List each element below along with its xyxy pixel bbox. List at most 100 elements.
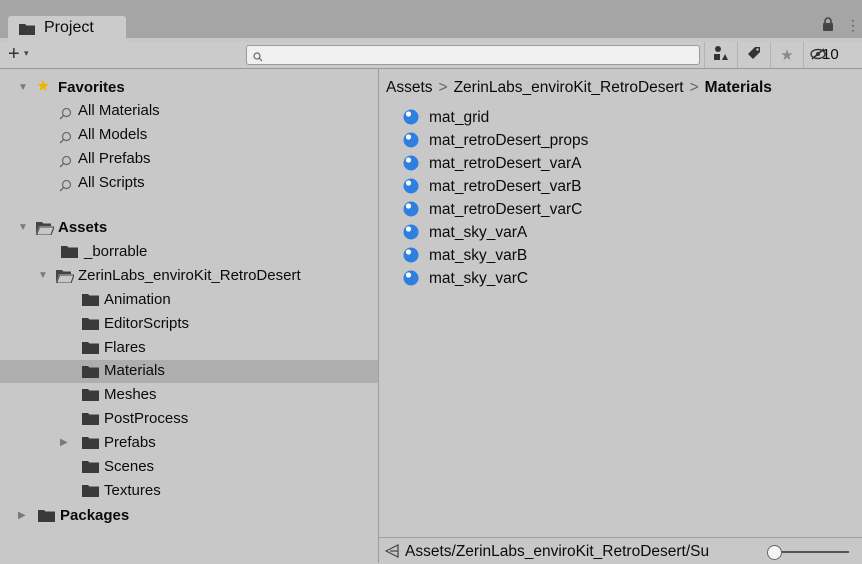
tree-item-postprocess[interactable]: PostProcess [0,408,378,430]
expand-arrow-icon[interactable]: ▶ [18,505,26,527]
tree-label: PostProcess [104,410,189,427]
hidden-packages-button[interactable]: 10 [803,42,862,68]
filter-by-label-button[interactable] [737,42,770,68]
folder-icon [82,318,99,330]
tab-label: Project [44,19,94,36]
add-button[interactable]: + [8,44,20,64]
tree-item-favorites[interactable]: ▼ ★ Favorites [0,77,378,99]
tree-item-textures[interactable]: Textures [0,480,378,502]
tree-item-all-prefabs[interactable]: All Prefabs [0,148,378,170]
material-icon [403,247,419,263]
search-icon [253,49,263,66]
tree-label: All Scripts [78,174,145,191]
tree-label: Packages [60,507,130,524]
tree-item-animation[interactable]: Animation [0,289,378,311]
folder-icon [38,510,55,522]
open-folder-icon [56,270,74,283]
tree-label: ZerinLabs_enviroKit_RetroDesert [78,267,301,284]
folder-icon [82,437,99,449]
asset-name: mat_sky_varC [429,270,529,287]
filter-by-type-button[interactable] [704,42,737,68]
open-folder-icon [36,222,54,235]
material-icon [403,132,419,148]
collapse-arrow-icon[interactable]: ▼ [18,217,28,239]
collapse-arrow-icon[interactable]: ▼ [18,77,28,99]
tree-item-scenes[interactable]: Scenes [0,456,378,478]
asset-name: mat_retroDesert_varB [429,178,582,195]
tree-label: Textures [104,482,161,499]
tree-item-all-scripts[interactable]: All Scripts [0,172,378,194]
lock-icon[interactable] [822,17,834,35]
tree-label: All Prefabs [78,150,151,167]
label-tag-icon [747,46,761,64]
filter-by-type-icon [713,45,729,65]
star-icon: ★ [36,78,51,95]
collapse-arrow-icon[interactable]: ▼ [38,265,48,287]
material-icon [403,201,419,217]
asset-name: mat_retroDesert_varC [429,201,583,218]
folder-icon [82,366,99,378]
tree-label: Assets [58,219,108,236]
tree-label: Flares [104,339,146,356]
folder-icon [82,461,99,473]
tree-item-packages[interactable]: ▶ Packages [0,505,378,527]
icon-size-slider-handle[interactable] [767,545,782,560]
tree-label: Meshes [104,386,157,403]
folder-tree: ▼ ★ Favorites All Materials All Models A… [0,69,378,563]
search-input[interactable] [246,45,700,65]
material-icon [403,109,419,125]
expand-arrow-icon[interactable]: ▶ [60,432,68,454]
tree-item-assets[interactable]: ▼ Assets [0,217,378,239]
star-icon: ★ [780,47,794,64]
status-bar: Assets/ZerinLabs_enviroKit_RetroDesert/S… [379,537,862,564]
more-options-icon[interactable]: ⋮ [846,17,860,34]
folder-icon [82,342,99,354]
material-outline-icon [384,544,400,562]
material-icon [403,270,419,286]
tree-item-editorscripts[interactable]: EditorScripts [0,313,378,335]
tree-item-meshes[interactable]: Meshes [0,384,378,406]
tree-item-materials[interactable]: Materials [0,360,378,383]
tree-item-flares[interactable]: Flares [0,337,378,359]
tab-project[interactable]: Project [8,16,126,42]
search-icon [59,177,72,199]
tree-label: Materials [104,362,165,379]
tree-label: All Models [78,126,148,143]
folder-icon [82,413,99,425]
tree-label: Prefabs [104,434,156,451]
folder-icon [82,294,99,306]
tree-label: Favorites [58,79,125,96]
icon-size-slider[interactable] [773,551,849,553]
breadcrumb-kit[interactable]: ZerinLabs_enviroKit_RetroDesert [454,79,684,96]
breadcrumb-assets[interactable]: Assets [386,79,433,96]
tree-label: Scenes [104,458,155,475]
chevron-right-icon: > [689,79,699,96]
asset-name: mat_retroDesert_varA [429,155,582,172]
tree-item-all-models[interactable]: All Models [0,124,378,146]
breadcrumb-materials[interactable]: Materials [705,79,772,96]
hidden-packages-count: 10 [822,46,839,63]
selected-asset-path: Assets/ZerinLabs_enviroKit_RetroDesert/S… [405,543,710,560]
folder-icon [82,389,99,401]
material-icon [403,224,419,240]
tree-item-borrable[interactable]: _borrable [0,241,378,263]
chevron-right-icon: > [438,79,448,96]
project-toolbar: + ▾ ★ 10 [0,42,862,69]
asset-browser: Assets > ZerinLabs_enviroKit_RetroDesert > M… [379,69,862,563]
window-tab-bar [0,0,862,38]
folder-icon [61,246,78,258]
tree-item-zerinlabs-kit[interactable]: ▼ ZerinLabs_enviroKit_RetroDesert [0,265,378,287]
add-dropdown-caret-icon[interactable]: ▾ [24,48,29,59]
favorite-search-button[interactable]: ★ [770,42,803,68]
breadcrumb: Assets > ZerinLabs_enviroKit_RetroDesert > M… [386,79,772,97]
tree-label: EditorScripts [104,315,190,332]
tree-label: Animation [104,291,171,308]
asset-name: mat_retroDesert_props [429,132,589,149]
asset-name: mat_grid [429,109,490,126]
asset-name: mat_sky_varB [429,247,528,264]
folder-icon [19,22,35,35]
tree-item-prefabs[interactable]: ▶ Prefabs [0,432,378,454]
tree-item-all-materials[interactable]: All Materials [0,100,378,122]
tree-label: _borrable [84,243,148,260]
material-icon [403,155,419,171]
